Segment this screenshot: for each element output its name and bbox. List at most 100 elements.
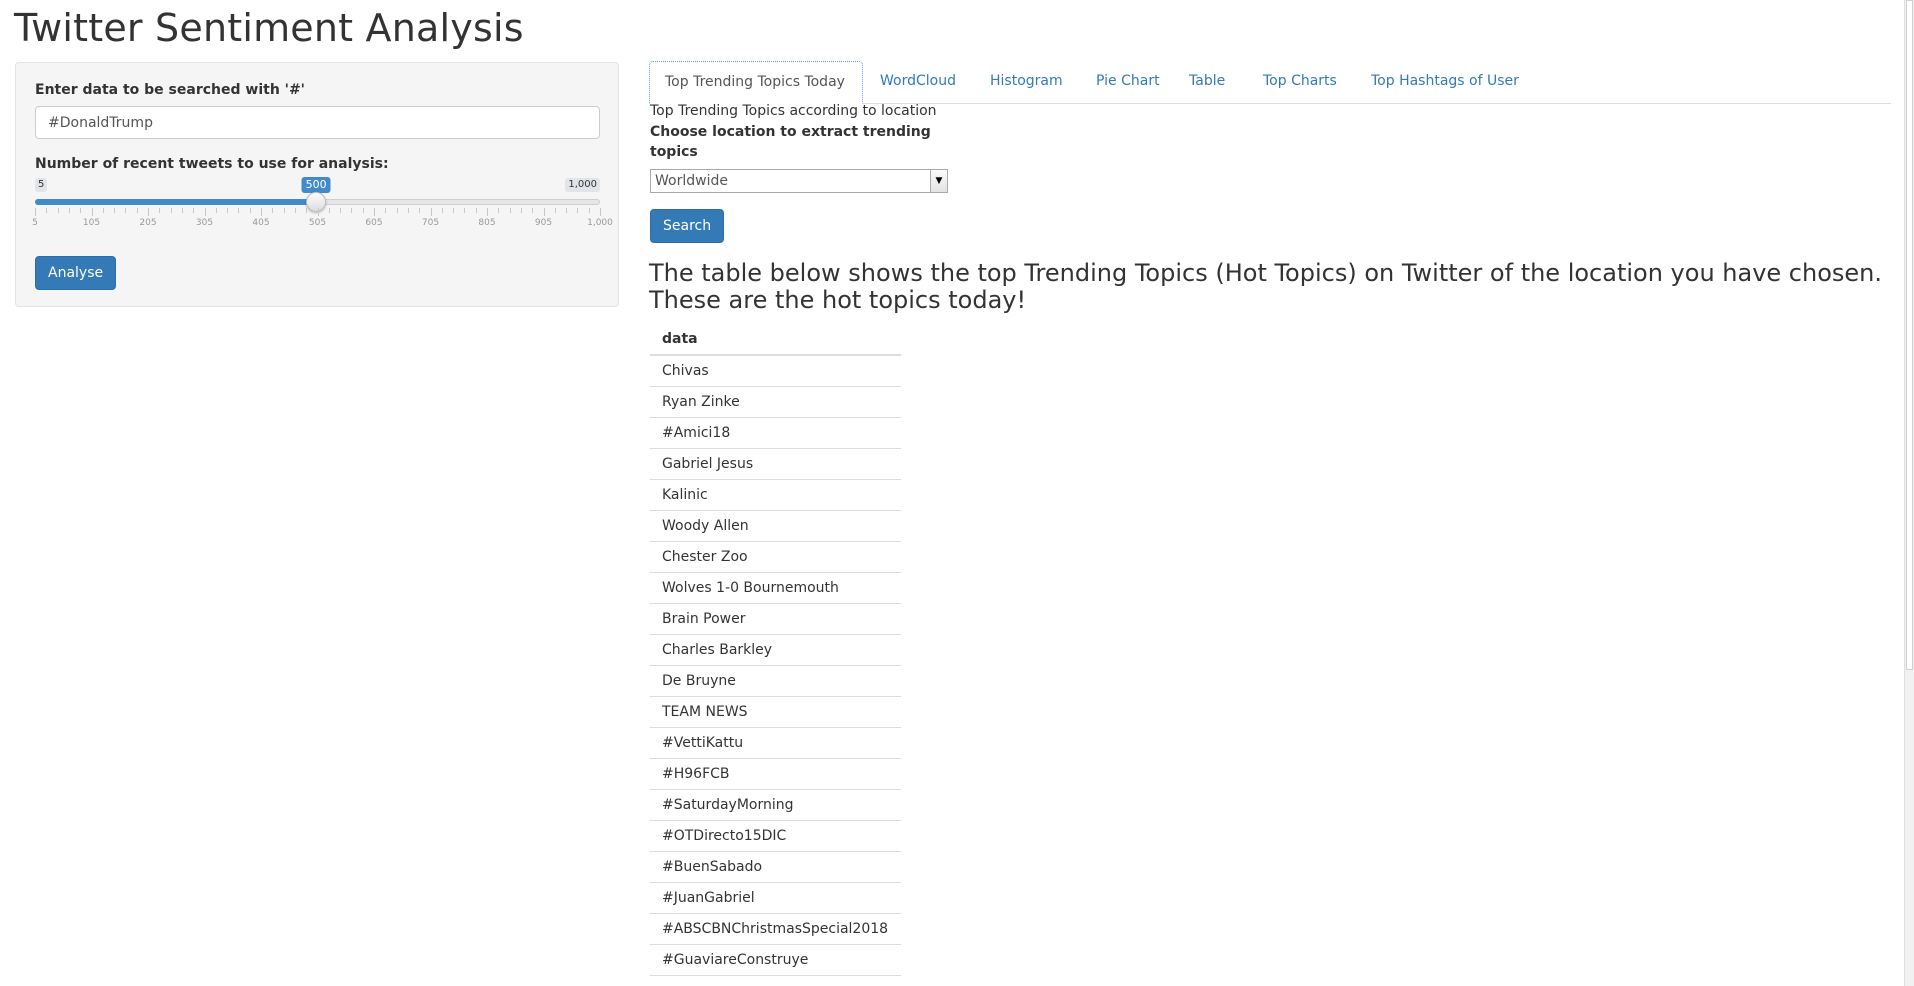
table-cell: #H96FCB xyxy=(650,758,901,790)
slider-minor-tick xyxy=(385,208,387,213)
slider-minor-tick xyxy=(46,208,48,213)
tab-top-trending[interactable]: Top Trending Topics Today xyxy=(649,61,863,104)
tab-pie-chart[interactable]: Pie Chart xyxy=(1081,61,1175,103)
tab-histogram[interactable]: Histogram xyxy=(975,61,1078,103)
slider-minor-tick xyxy=(498,208,500,213)
slider-minor-tick xyxy=(283,208,285,213)
search-button[interactable]: Search xyxy=(650,209,725,243)
slider-minor-tick xyxy=(294,208,296,213)
table-cell: Chivas xyxy=(650,355,901,387)
slider-minor-tick xyxy=(306,208,308,213)
slider-minor-tick xyxy=(554,208,556,213)
table-row: #VettiKattu xyxy=(650,727,901,759)
slider-minor-tick xyxy=(464,208,466,213)
slider-minor-tick xyxy=(181,208,183,213)
slider-handle[interactable] xyxy=(306,192,327,212)
slider-minor-tick xyxy=(396,208,398,213)
slider-minor-tick xyxy=(588,208,590,213)
slider-minor-tick xyxy=(272,208,274,213)
table-cell: Wolves 1-0 Bournemouth xyxy=(650,572,901,604)
table-row: #OTDirecto15DIC xyxy=(650,820,901,852)
table-row: Ryan Zinke xyxy=(650,386,901,418)
slider-tick-label: 705 xyxy=(421,218,440,228)
slider-minor-tick xyxy=(532,208,534,213)
table-row: #ABSCBNChristmasSpecial2018 xyxy=(650,913,901,945)
search-input[interactable] xyxy=(35,106,600,139)
slider-major-tick xyxy=(35,208,36,216)
slider-minor-tick xyxy=(566,208,568,213)
table-row: Chivas xyxy=(650,355,901,387)
table-cell: #ABSCBNChristmasSpecial2018 xyxy=(650,913,901,945)
slider-major-tick xyxy=(91,208,93,216)
slider-max-label: 1,000 xyxy=(565,178,600,192)
slider-minor-tick xyxy=(159,208,161,213)
table-row: TEAM NEWS xyxy=(650,696,901,728)
analyse-button[interactable]: Analyse xyxy=(35,256,117,290)
table-cell: #JuanGabriel xyxy=(650,882,901,914)
slider-minor-tick xyxy=(351,208,353,213)
slider-fill xyxy=(35,199,317,205)
table-row: Brain Power xyxy=(650,603,901,635)
location-select[interactable]: Worldwide ▼ xyxy=(650,169,948,193)
slider-minor-tick xyxy=(114,208,116,213)
slider-label: Number of recent tweets to use for analy… xyxy=(35,156,389,172)
table-row: Kalinic xyxy=(650,479,901,511)
search-label: Enter data to be searched with '#' xyxy=(35,82,305,98)
sidebar-panel: Enter data to be searched with '#' Numbe… xyxy=(15,62,619,307)
slider-tick-label: 1,000 xyxy=(587,218,613,228)
slider-minor-tick xyxy=(227,208,229,213)
app-title: Twitter Sentiment Analysis xyxy=(14,6,524,50)
slider-minor-tick xyxy=(238,208,240,213)
table-cell: Brain Power xyxy=(650,603,901,635)
table-row: Wolves 1-0 Bournemouth xyxy=(650,572,901,604)
table-row: Chester Zoo xyxy=(650,541,901,573)
tab-top-hashtags[interactable]: Top Hashtags of User xyxy=(1356,61,1534,103)
slider-minor-tick xyxy=(170,208,172,213)
trending-table: data Chivas Ryan Zinke #Amici18 Gabriel Jes… xyxy=(650,324,901,976)
slider-minor-tick xyxy=(475,208,477,213)
tweet-count-slider[interactable]: 5 1,000 500 5 105 205 305 405 505 605 705 805 905… xyxy=(32,177,613,238)
slider-minor-tick xyxy=(57,208,59,213)
slider-minor-tick xyxy=(80,208,82,213)
slider-minor-tick xyxy=(340,208,342,213)
table-cell: #OTDirecto15DIC xyxy=(650,820,901,852)
scrollbar-thumb[interactable] xyxy=(1906,0,1913,670)
slider-minor-tick xyxy=(193,208,195,213)
slider-major-tick xyxy=(600,208,601,216)
slider-minor-tick xyxy=(577,208,579,213)
trending-heading: The table below shows the top Trending T… xyxy=(649,259,1882,314)
slider-minor-tick xyxy=(68,208,70,213)
table-row: De Bruyne xyxy=(650,665,901,697)
slider-major-tick xyxy=(148,208,149,216)
slider-minor-tick xyxy=(441,208,443,213)
slider-tick-label: 605 xyxy=(365,218,383,228)
slider-minor-tick xyxy=(328,208,330,213)
table-cell: Kalinic xyxy=(650,479,901,511)
table-cell: Chester Zoo xyxy=(650,541,901,573)
page-scrollbar[interactable] xyxy=(1904,0,1914,986)
slider-major-tick xyxy=(204,208,206,216)
slider-minor-tick xyxy=(419,208,421,213)
tab-bar: Top Trending Topics Today WordCloud Hist… xyxy=(649,61,1891,104)
slider-minor-tick xyxy=(125,208,127,213)
slider-tick-label: 805 xyxy=(478,218,496,228)
slider-tick-label: 505 xyxy=(308,218,327,228)
chevron-down-icon[interactable]: ▼ xyxy=(930,170,947,192)
table-row: Gabriel Jesus xyxy=(650,448,901,480)
table-row: Woody Allen xyxy=(650,510,901,542)
slider-minor-tick xyxy=(520,208,522,213)
tab-top-charts[interactable]: Top Charts xyxy=(1248,61,1352,103)
table-row: #BuenSabado xyxy=(650,851,901,883)
table-cell: #GuaviareConstruye xyxy=(650,944,901,976)
location-label: Choose location to extract trending topi… xyxy=(650,124,931,160)
slider-minor-tick xyxy=(136,208,138,213)
slider-major-tick xyxy=(543,208,545,216)
table-row: #JuanGabriel xyxy=(650,882,901,914)
tab-table[interactable]: Table xyxy=(1174,61,1240,103)
slider-minor-tick xyxy=(102,208,104,213)
slider-tick-label: 905 xyxy=(534,218,553,228)
table-cell: De Bruyne xyxy=(650,665,901,697)
slider-minor-tick xyxy=(509,208,511,213)
tab-wordcloud[interactable]: WordCloud xyxy=(865,61,971,103)
slider-minor-tick xyxy=(407,208,409,213)
